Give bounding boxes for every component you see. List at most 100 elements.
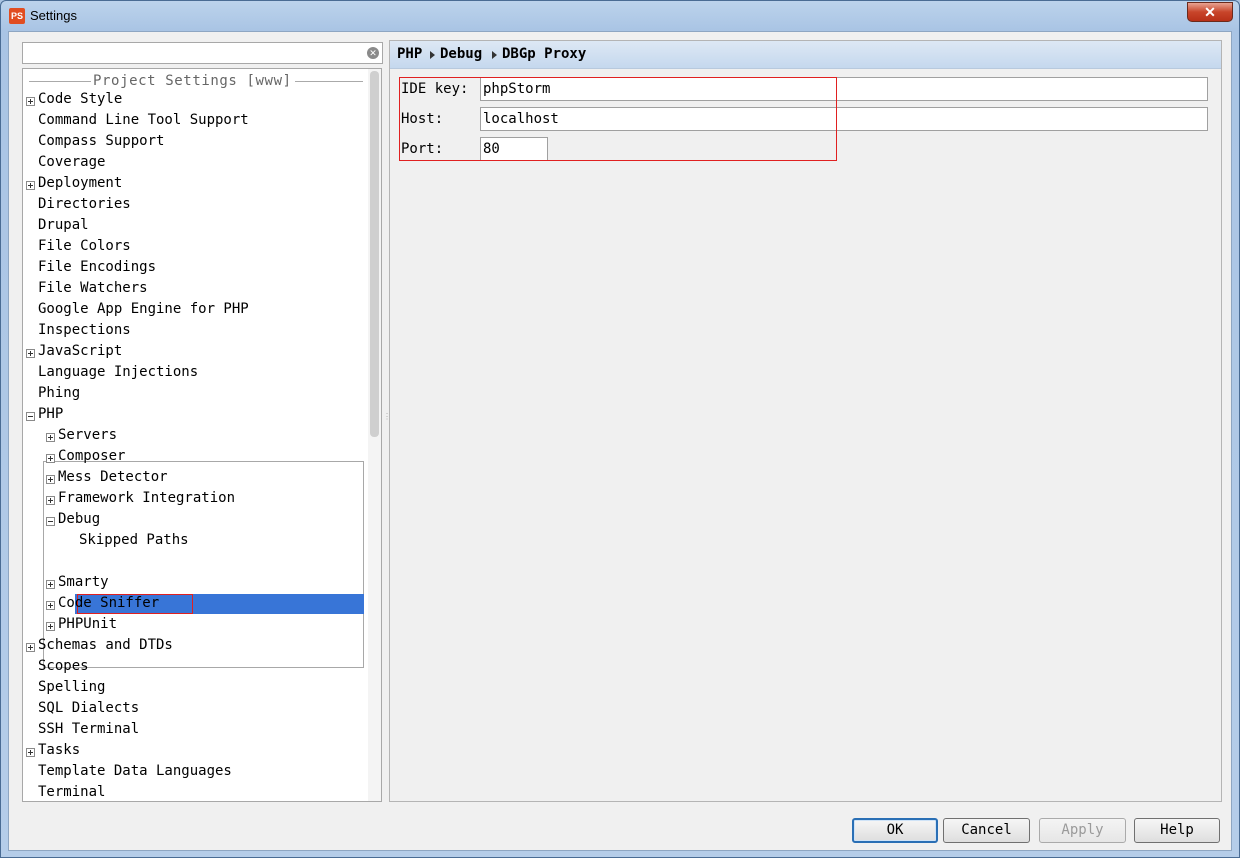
- expand-icon[interactable]: [26, 643, 35, 652]
- tree-item-label: Command Line Tool Support: [38, 112, 249, 128]
- tree-item-label: Inspections: [38, 322, 131, 338]
- tree-item[interactable]: Scopes: [23, 658, 363, 679]
- group-header-label: Project Settings [www]: [93, 73, 292, 89]
- tree-item-label: File Encodings: [38, 259, 157, 275]
- tree-item[interactable]: Spelling: [23, 679, 363, 700]
- tree-item[interactable]: File Colors: [23, 238, 363, 259]
- tree-item-label: Directories: [38, 196, 131, 212]
- tree-item[interactable]: Tasks: [23, 742, 363, 763]
- tree-item[interactable]: Phing: [23, 385, 363, 406]
- tree-item[interactable]: Drupal: [23, 217, 363, 238]
- tree-item[interactable]: Template Data Languages: [23, 763, 363, 784]
- expand-icon[interactable]: [46, 433, 55, 442]
- apply-button[interactable]: Apply: [1039, 818, 1126, 843]
- tree-item-label: JavaScript: [38, 343, 123, 359]
- tree-item[interactable]: Language Injections: [23, 364, 363, 385]
- expand-icon[interactable]: [46, 475, 55, 484]
- expand-icon[interactable]: [26, 748, 35, 757]
- tree-scrollbar[interactable]: [368, 68, 382, 802]
- tree-item-label: Scopes: [38, 658, 89, 674]
- tree-item[interactable]: PHP: [23, 406, 363, 427]
- expand-icon[interactable]: [46, 454, 55, 463]
- breadcrumb-debug: Debug: [440, 46, 483, 62]
- tree-item[interactable]: Code Sniffer: [23, 595, 363, 616]
- tree-item[interactable]: Coverage: [23, 154, 363, 175]
- expand-icon[interactable]: [46, 622, 55, 631]
- tree-item[interactable]: Servers: [23, 427, 363, 448]
- tree-item-label: Debug: [58, 511, 101, 527]
- expand-icon[interactable]: [26, 349, 35, 358]
- tree-item-label: Template Data Languages: [38, 763, 232, 779]
- tree-item-label: Drupal: [38, 217, 89, 233]
- tree-item[interactable]: Inspections: [23, 322, 363, 343]
- tree-item[interactable]: Schemas and DTDs: [23, 637, 363, 658]
- tree-item-dbgp-proxy-selected[interactable]: DBGp Proxy: [23, 553, 363, 574]
- expand-icon[interactable]: [26, 97, 35, 106]
- tree-item[interactable]: Terminal: [23, 784, 363, 801]
- tree-item-label: Composer: [58, 448, 126, 464]
- tree-item-label: Phing: [38, 385, 81, 401]
- tree-item-label: Schemas and DTDs: [38, 637, 173, 653]
- tree-item-label: Terminal: [38, 784, 106, 800]
- tree-item-label: Skipped Paths: [79, 532, 189, 548]
- tree-item-label: Coverage: [38, 154, 106, 170]
- tree-item-label: Code Sniffer: [58, 595, 160, 611]
- tree-item-label: PHP: [38, 406, 64, 422]
- settings-window: PS Settings ✕ ✕ Project Settings [www] C…: [0, 0, 1240, 858]
- tree-item[interactable]: Google App Engine for PHP: [23, 301, 363, 322]
- tree-item[interactable]: File Watchers: [23, 280, 363, 301]
- expand-icon[interactable]: [26, 181, 35, 190]
- tree-scrollbar-thumb[interactable]: [370, 71, 379, 437]
- tree-item-label: Google App Engine for PHP: [38, 301, 249, 317]
- tree-item[interactable]: Command Line Tool Support: [23, 112, 363, 133]
- tree-item[interactable]: Smarty: [23, 574, 363, 595]
- collapse-icon[interactable]: [26, 412, 35, 421]
- tree-item[interactable]: Composer: [23, 448, 363, 469]
- settings-detail-pane: PHP Debug DBGp Proxy IDE key: Host: Port…: [389, 40, 1222, 802]
- tree-item-label: Servers: [58, 427, 118, 443]
- tree-item-label: Tasks: [38, 742, 81, 758]
- tree-item-label: Compass Support: [38, 133, 165, 149]
- tree-item-label: Spelling: [38, 679, 106, 695]
- settings-tree[interactable]: Project Settings [www] Code Style Command…: [22, 68, 381, 802]
- tree-item[interactable]: PHPUnit: [23, 616, 363, 637]
- close-button[interactable]: ✕: [1187, 2, 1233, 22]
- breadcrumb-arrow-icon: [430, 51, 435, 59]
- tree-item[interactable]: Compass Support: [23, 133, 363, 154]
- tree-item-label: Mess Detector: [58, 469, 168, 485]
- tree-item[interactable]: Deployment: [23, 175, 363, 196]
- expand-icon[interactable]: [46, 601, 55, 610]
- tree-item-label: SQL Dialects: [38, 700, 140, 716]
- tree-item[interactable]: Debug: [23, 511, 363, 532]
- tree-item[interactable]: Framework Integration: [23, 490, 363, 511]
- tree-item[interactable]: Skipped Paths: [23, 532, 363, 553]
- tree-item[interactable]: Mess Detector: [23, 469, 363, 490]
- collapse-icon[interactable]: [46, 517, 55, 526]
- tree-item-label: PHPUnit: [58, 616, 118, 632]
- pane-splitter[interactable]: ⋮: [383, 412, 391, 428]
- tree-item-label: SSH Terminal: [38, 721, 140, 737]
- tree-item[interactable]: JavaScript: [23, 343, 363, 364]
- help-button[interactable]: Help: [1134, 818, 1220, 843]
- search-input[interactable]: [23, 43, 353, 63]
- tree-item[interactable]: SSH Terminal: [23, 721, 363, 742]
- tree-item-label: Code Style: [38, 91, 123, 107]
- tree-item[interactable]: Directories: [23, 196, 363, 217]
- tree-item[interactable]: File Encodings: [23, 259, 363, 280]
- dialog-content: ✕ Project Settings [www] Code Style Comma…: [8, 31, 1232, 851]
- fields-annotation-outline: [399, 77, 837, 161]
- tree-item[interactable]: Code Style: [23, 91, 363, 112]
- tree-item-label: Language Injections: [38, 364, 199, 380]
- ok-button[interactable]: OK: [852, 818, 938, 843]
- tree-item[interactable]: SQL Dialects: [23, 700, 363, 721]
- title-bar[interactable]: PS Settings ✕: [1, 1, 1239, 31]
- tree-item-label: File Watchers: [38, 280, 148, 296]
- expand-icon[interactable]: [46, 496, 55, 505]
- breadcrumb-dbgp-proxy: DBGp Proxy: [502, 46, 587, 62]
- tree-item-label: Deployment: [38, 175, 123, 191]
- breadcrumb-php: PHP: [397, 46, 423, 62]
- expand-icon[interactable]: [46, 580, 55, 589]
- clear-search-icon[interactable]: ✕: [367, 47, 379, 59]
- breadcrumb-arrow-icon: [492, 51, 497, 59]
- cancel-button[interactable]: Cancel: [943, 818, 1030, 843]
